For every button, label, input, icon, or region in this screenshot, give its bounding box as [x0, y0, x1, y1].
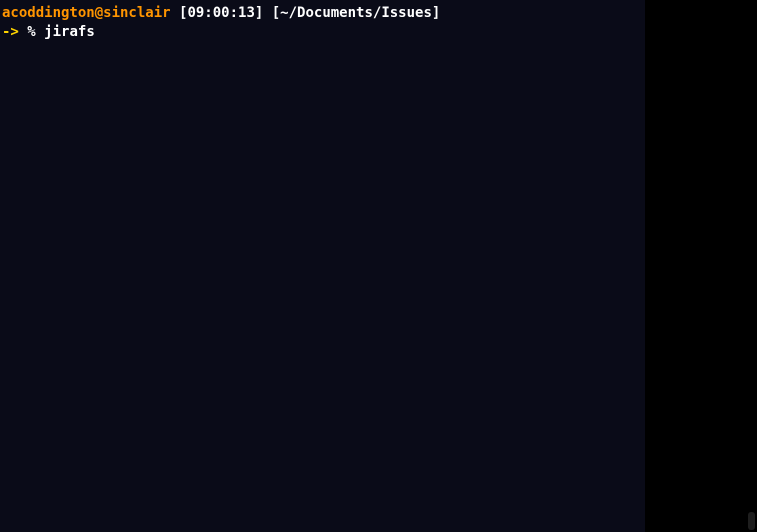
scrollbar-thumb[interactable]: [748, 512, 755, 530]
terminal-viewport[interactable]: acoddington@sinclair [09:00:13] [~/Docum…: [0, 0, 645, 532]
prompt-separator-3: [19, 22, 27, 43]
prompt-time: [09:00:13]: [179, 4, 263, 22]
prompt-separator-1: [171, 4, 179, 22]
right-sidebar: [645, 0, 757, 532]
command-input[interactable]: jirafs: [44, 22, 95, 43]
prompt-percent: %: [27, 22, 35, 43]
prompt-arrow: ->: [2, 22, 19, 43]
prompt-line-1: acoddington@sinclair [09:00:13] [~/Docum…: [2, 4, 643, 22]
prompt-path: [~/Documents/Issues]: [272, 4, 441, 22]
prompt-line-2: -> % jirafs: [2, 22, 643, 43]
user-host: acoddington@sinclair: [2, 4, 171, 22]
prompt-separator-2: [263, 4, 271, 22]
prompt-separator-4: [36, 22, 44, 43]
